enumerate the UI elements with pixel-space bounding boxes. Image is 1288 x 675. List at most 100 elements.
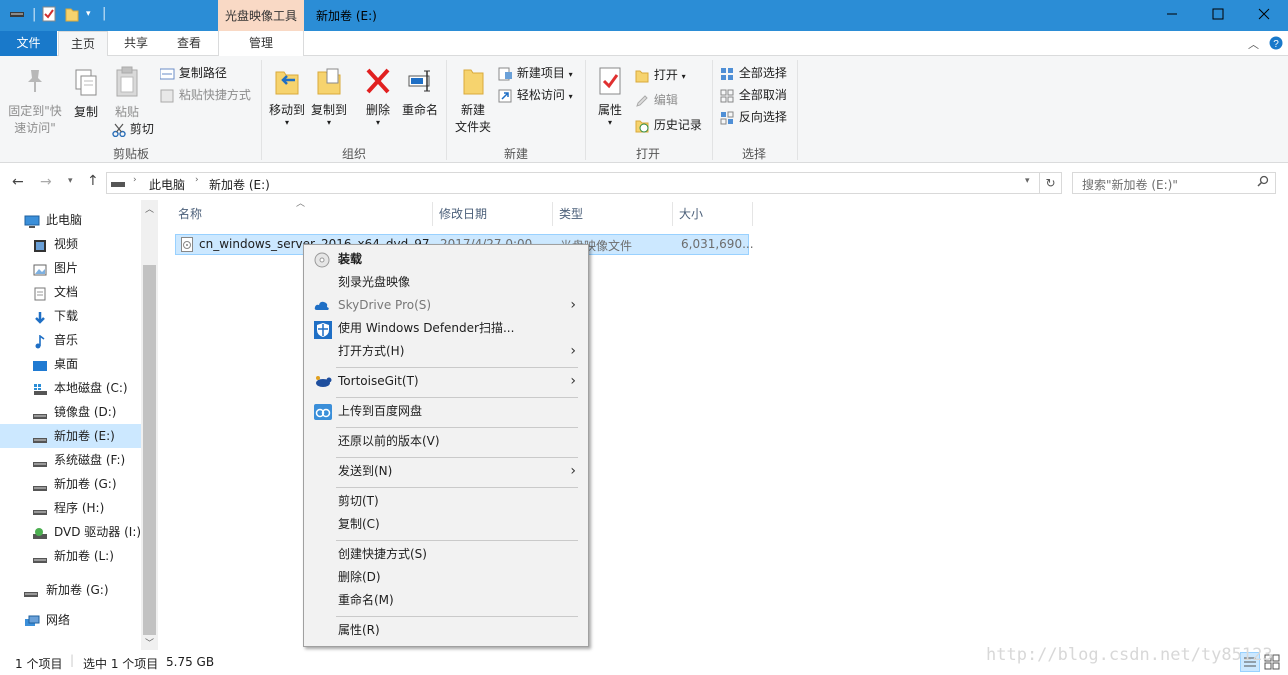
select-none-label: 全部取消 xyxy=(738,88,787,102)
paste-button[interactable]: 粘贴 xyxy=(110,66,144,121)
maximize-button[interactable] xyxy=(1195,0,1241,31)
copy-path-label: 复制路径 xyxy=(178,66,227,80)
move-to-label: 移动到 xyxy=(268,103,305,117)
menu-item-delete[interactable]: 删除(D) xyxy=(304,566,588,589)
menu-item-restore[interactable]: 还原以前的版本(V) xyxy=(304,430,588,453)
paste-shortcut-button[interactable]: 粘贴快捷方式 xyxy=(160,86,251,104)
menu-item-rename[interactable]: 重命名(M) xyxy=(304,589,588,612)
nav-item-drive-d[interactable]: 镜像盘 (D:) xyxy=(0,400,141,424)
tab-manage[interactable]: 管理 xyxy=(218,31,304,56)
column-header-type[interactable]: 类型 xyxy=(553,202,673,226)
scroll-up-icon[interactable]: ︿ xyxy=(145,202,154,215)
nav-item-pictures[interactable]: 图片 xyxy=(0,256,141,280)
new-item-button[interactable]: 新建项目 ▾ xyxy=(498,64,573,84)
copy-button[interactable]: 复制 xyxy=(70,68,102,121)
help-icon[interactable]: ? xyxy=(1269,36,1283,53)
dropdown-arrow-icon: ▾ xyxy=(568,70,573,79)
properties-quick-icon[interactable] xyxy=(42,6,56,26)
rename-button[interactable]: 重命名 xyxy=(400,66,440,119)
nav-item-downloads[interactable]: 下载 xyxy=(0,304,141,328)
menu-item-tortoisegit[interactable]: TortoiseGit(T) › xyxy=(304,370,588,393)
close-button[interactable] xyxy=(1241,0,1287,31)
search-icon[interactable] xyxy=(1257,175,1269,190)
menu-label: 使用 Windows Defender扫描... xyxy=(338,321,515,335)
refresh-button[interactable]: ↻ xyxy=(1040,172,1062,194)
menu-item-create-shortcut[interactable]: 创建快捷方式(S) xyxy=(304,543,588,566)
new-folder-button[interactable]: 新建 文件夹 xyxy=(452,66,494,136)
nav-item-drive-g-2[interactable]: 新加卷 (G:) xyxy=(0,578,141,602)
column-header-modified[interactable]: 修改日期 xyxy=(433,202,553,226)
nav-item-videos[interactable]: 视频 xyxy=(0,232,141,256)
minimize-button[interactable] xyxy=(1149,0,1195,31)
copy-path-icon xyxy=(160,68,175,79)
edit-button[interactable]: 编辑 xyxy=(635,91,678,109)
delete-button[interactable]: 删除 ▾ xyxy=(361,66,395,127)
nav-item-network[interactable]: 网络 xyxy=(0,608,141,632)
nav-scrollbar[interactable]: ︿ ﹀ xyxy=(141,200,158,650)
invert-selection-button[interactable]: 反向选择 xyxy=(720,108,787,126)
cut-button[interactable]: 剪切 xyxy=(112,120,154,138)
nav-label: 此电脑 xyxy=(46,213,83,227)
history-button[interactable]: 历史记录 xyxy=(635,116,702,134)
breadcrumb-chevron-icon[interactable]: › xyxy=(133,175,137,185)
select-all-button[interactable]: 全部选择 xyxy=(720,64,787,82)
menu-item-burn[interactable]: 刻录光盘映像 xyxy=(304,271,588,294)
address-history-icon[interactable]: ▾ xyxy=(1025,176,1030,186)
menu-label: 复制(C) xyxy=(338,517,380,531)
menu-item-send-to[interactable]: 发送到(N) › xyxy=(304,460,588,483)
search-input[interactable]: 搜索"新加卷 (E:)" xyxy=(1072,172,1276,194)
history-label: 历史记录 xyxy=(653,118,702,132)
nav-item-drive-g[interactable]: 新加卷 (G:) xyxy=(0,472,141,496)
menu-item-open-with[interactable]: 打开方式(H) › xyxy=(304,340,588,363)
address-bar[interactable]: › 此电脑 › 新加卷 (E:) ▾ xyxy=(106,172,1040,194)
menu-item-skydrive[interactable]: SkyDrive Pro(S) › xyxy=(304,294,588,317)
nav-item-drive-c[interactable]: 本地磁盘 (C:) xyxy=(0,376,141,400)
nav-item-this-pc[interactable]: 此电脑 xyxy=(0,208,141,232)
select-none-button[interactable]: 全部取消 xyxy=(720,86,787,104)
customize-quick-access-icon[interactable]: ▾ xyxy=(86,9,91,19)
menu-item-cut[interactable]: 剪切(T) xyxy=(304,490,588,513)
breadcrumb-drive[interactable]: 新加卷 (E:) xyxy=(209,176,270,193)
status-divider: | xyxy=(70,653,75,667)
nav-item-drive-l[interactable]: 新加卷 (L:) xyxy=(0,544,141,568)
nav-item-desktop[interactable]: 桌面 xyxy=(0,352,141,376)
move-to-button[interactable]: 移动到 ▾ xyxy=(266,66,308,127)
tab-file[interactable]: 文件 xyxy=(0,31,57,56)
properties-button[interactable]: 属性 ▾ xyxy=(592,66,628,127)
menu-item-defender[interactable]: 使用 Windows Defender扫描... xyxy=(304,317,588,340)
scroll-down-icon[interactable]: ﹀ xyxy=(145,636,154,649)
menu-item-properties[interactable]: 属性(R) xyxy=(304,619,588,642)
menu-label: 重命名(M) xyxy=(338,593,394,607)
organize-group-label: 组织 xyxy=(341,147,366,161)
collapse-ribbon-icon[interactable]: ︿ xyxy=(1248,36,1259,52)
forward-arrow-icon[interactable]: → xyxy=(40,174,52,190)
nav-item-documents[interactable]: 文档 xyxy=(0,280,141,304)
menu-item-baidu[interactable]: 上传到百度网盘 xyxy=(304,400,588,423)
pin-to-quick-access-button[interactable]: 固定到"快速访问" xyxy=(4,68,66,137)
easy-access-button[interactable]: 轻松访问 ▾ xyxy=(498,86,573,106)
copy-path-button[interactable]: 复制路径 xyxy=(160,64,227,82)
tab-home[interactable]: 主页 xyxy=(58,31,108,57)
nav-item-dvd-i[interactable]: DVD 驱动器 (I:) xyxy=(0,520,141,544)
tab-view[interactable]: 查看 xyxy=(164,31,214,56)
up-arrow-icon[interactable]: ↑ xyxy=(87,173,99,189)
nav-item-music[interactable]: 音乐 xyxy=(0,328,141,352)
open-button[interactable]: 打开 ▾ xyxy=(635,66,686,86)
column-header-size[interactable]: 大小 xyxy=(673,202,753,226)
copy-to-button[interactable]: 复制到 ▾ xyxy=(308,66,350,127)
column-header-name[interactable]: 名称 xyxy=(172,202,433,226)
drive-icon xyxy=(33,477,47,491)
back-arrow-icon[interactable]: ← xyxy=(12,174,24,190)
nav-label: 本地磁盘 (C:) xyxy=(54,381,128,395)
nav-item-drive-h[interactable]: 程序 (H:) xyxy=(0,496,141,520)
nav-item-drive-e-selected[interactable]: 新加卷 (E:) xyxy=(0,424,141,448)
menu-item-mount[interactable]: 装载 xyxy=(304,248,588,271)
recent-locations-icon[interactable]: ▾ xyxy=(68,176,73,186)
scrollbar-thumb[interactable] xyxy=(143,265,156,635)
new-folder-quick-icon[interactable] xyxy=(65,6,79,26)
breadcrumb-chevron-icon[interactable]: › xyxy=(195,175,199,185)
tab-share[interactable]: 共享 xyxy=(112,31,160,56)
breadcrumb-this-pc[interactable]: 此电脑 xyxy=(149,176,185,193)
menu-item-copy[interactable]: 复制(C) xyxy=(304,513,588,536)
nav-item-drive-f[interactable]: 系统磁盘 (F:) xyxy=(0,448,141,472)
